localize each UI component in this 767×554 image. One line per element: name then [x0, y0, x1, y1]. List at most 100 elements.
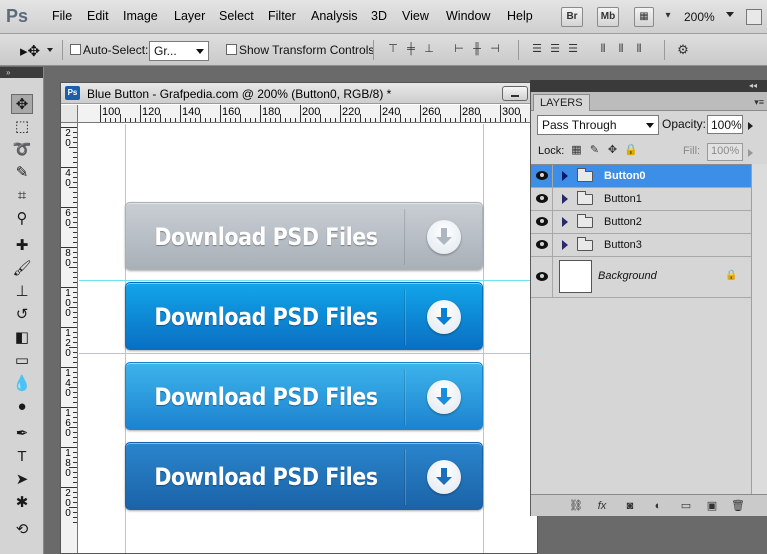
menu-3d[interactable]: 3D	[371, 9, 387, 23]
clone-stamp-tool-icon[interactable]: ⊥	[11, 282, 33, 302]
visibility-toggle[interactable]	[531, 211, 553, 233]
menu-image[interactable]: Image	[123, 9, 158, 23]
menu-edit[interactable]: Edit	[87, 9, 109, 23]
download-button-normal[interactable]: Download PSD Files	[125, 282, 483, 350]
eraser-tool-icon[interactable]: ◧	[11, 328, 33, 348]
mini-bridge-button[interactable]: Mb	[597, 7, 619, 27]
brush-tool-icon[interactable]: 🖌	[11, 259, 33, 279]
lock-image-icon[interactable]: ✎	[588, 144, 601, 157]
menu-layer[interactable]: Layer	[174, 9, 205, 23]
delete-layer-icon[interactable]: 🗑	[731, 499, 745, 513]
view-extras-arrow-icon[interactable]: ▾	[660, 7, 676, 27]
layer-row-button0[interactable]: Button0	[531, 165, 751, 188]
marquee-tool-icon[interactable]: ⬚	[11, 117, 33, 137]
blend-mode-dropdown[interactable]: Pass Through	[537, 115, 659, 135]
new-layer-icon[interactable]: ▣	[705, 499, 719, 513]
path-selection-tool-icon[interactable]: ➤	[11, 470, 33, 490]
menu-filter[interactable]: Filter	[268, 9, 296, 23]
link-layers-icon[interactable]: ⛓	[569, 499, 583, 513]
align-right-icon[interactable]: ⊣	[488, 43, 502, 56]
show-transform-checkbox[interactable]	[226, 44, 237, 55]
expand-group-icon[interactable]	[562, 240, 568, 250]
custom-shape-tool-icon[interactable]: ✱	[11, 493, 33, 513]
menu-select[interactable]: Select	[219, 9, 254, 23]
menu-view[interactable]: View	[402, 9, 429, 23]
quick-selection-tool-icon[interactable]: ✎	[11, 163, 33, 183]
new-group-icon[interactable]: ▭	[679, 499, 693, 513]
distribute-left-icon[interactable]: ⫴	[596, 43, 610, 56]
distribute-right-icon[interactable]: ⫴	[632, 43, 646, 56]
layer-row-button1[interactable]: Button1	[531, 188, 751, 211]
dodge-tool-icon[interactable]: ●	[11, 397, 33, 417]
crop-tool-icon[interactable]: ⌗	[11, 186, 33, 206]
vertical-ruler[interactable]: 20 40 60 80 100 120 140 160 180 200	[61, 123, 78, 553]
layer-style-icon[interactable]: fx	[595, 499, 609, 513]
visibility-toggle[interactable]	[531, 234, 553, 256]
fill-field[interactable]: 100%	[707, 143, 743, 161]
type-tool-icon[interactable]: T	[11, 447, 33, 467]
align-bottom-icon[interactable]: ⊥	[422, 43, 436, 56]
move-tool-preset-icon[interactable]: ▸✥	[20, 42, 40, 60]
minimize-button[interactable]	[502, 86, 528, 101]
pen-tool-icon[interactable]: ✒	[11, 424, 33, 444]
distribute-top-icon[interactable]: ☰	[530, 43, 544, 56]
history-brush-tool-icon[interactable]: ↺	[11, 305, 33, 325]
collapse-panels-icon[interactable]: ◂◂	[749, 81, 757, 90]
lock-transparent-icon[interactable]: ▦	[570, 144, 583, 157]
expand-group-icon[interactable]	[562, 217, 568, 227]
auto-select-dropdown[interactable]: Gr...	[149, 41, 209, 61]
menu-help[interactable]: Help	[507, 9, 533, 23]
layer-row-background[interactable]: Background 🔒	[531, 257, 751, 298]
auto-align-layers-icon[interactable]: ⚙	[676, 43, 690, 56]
horizontal-ruler[interactable]: 100 120 140 160 180 200 220 240 260 280 300	[78, 105, 537, 123]
auto-select-checkbox[interactable]	[70, 44, 81, 55]
opacity-field[interactable]: 100%	[707, 115, 743, 134]
panel-dock-header[interactable]: ◂◂	[530, 80, 767, 92]
arrange-documents-icon[interactable]	[746, 9, 762, 25]
tools-panel-collapse-icon[interactable]: »	[0, 67, 43, 78]
canvas[interactable]: Download PSD Files Download PSD Files Do…	[79, 124, 537, 553]
layer-row-button2[interactable]: Button2	[531, 211, 751, 234]
lasso-tool-icon[interactable]: ➰	[11, 140, 33, 160]
download-button-hover[interactable]: Download PSD Files	[125, 362, 483, 430]
lock-all-icon[interactable]: 🔒	[624, 144, 638, 157]
expand-group-icon[interactable]	[562, 194, 568, 204]
menu-file[interactable]: File	[52, 9, 72, 23]
align-vcenter-icon[interactable]: ╪	[404, 43, 418, 56]
visibility-toggle[interactable]	[531, 188, 553, 210]
adjustment-layer-icon[interactable]: ◐	[651, 499, 665, 513]
download-button-disabled[interactable]: Download PSD Files	[125, 202, 483, 270]
visibility-toggle[interactable]	[531, 165, 553, 187]
3d-rotate-tool-icon[interactable]: ⟲	[11, 520, 33, 540]
healing-brush-tool-icon[interactable]: ✚	[11, 236, 33, 256]
blur-tool-icon[interactable]: 💧	[11, 374, 33, 394]
zoom-dropdown-icon[interactable]	[726, 12, 734, 17]
panel-menu-icon[interactable]: ▾≡	[754, 97, 764, 108]
fill-slider-icon[interactable]	[748, 149, 753, 157]
opacity-slider-icon[interactable]	[748, 122, 753, 130]
lock-position-icon[interactable]: ✥	[606, 144, 619, 157]
add-mask-icon[interactable]: ◙	[623, 499, 637, 513]
distribute-hcenter-icon[interactable]: ⫴	[614, 43, 628, 56]
gradient-tool-icon[interactable]: ▭	[11, 351, 33, 371]
distribute-bottom-icon[interactable]: ☰	[566, 43, 580, 56]
menu-analysis[interactable]: Analysis	[311, 9, 358, 23]
download-button-active[interactable]: Download PSD Files	[125, 442, 483, 510]
menu-window[interactable]: Window	[446, 9, 490, 23]
align-top-icon[interactable]: ⊤	[386, 43, 400, 56]
zoom-level[interactable]: 200%	[684, 10, 715, 24]
tab-layers[interactable]: LAYERS	[533, 94, 590, 111]
visibility-toggle[interactable]	[531, 257, 553, 297]
view-extras-button[interactable]: ▦	[634, 7, 654, 27]
eyedropper-tool-icon[interactable]: ⚲	[11, 209, 33, 229]
align-hcenter-icon[interactable]: ╫	[470, 43, 484, 56]
move-tool-icon[interactable]: ✥	[11, 94, 33, 114]
expand-group-icon[interactable]	[562, 171, 568, 181]
bridge-button[interactable]: Br	[561, 7, 583, 27]
layers-scrollbar[interactable]	[751, 164, 767, 494]
layer-row-button3[interactable]: Button3	[531, 234, 751, 257]
distribute-vcenter-icon[interactable]: ☰	[548, 43, 562, 56]
ruler-origin[interactable]	[61, 105, 78, 123]
document-title-bar[interactable]: Ps Blue Button - Grafpedia.com @ 200% (B…	[61, 83, 537, 104]
align-left-icon[interactable]: ⊢	[452, 43, 466, 56]
